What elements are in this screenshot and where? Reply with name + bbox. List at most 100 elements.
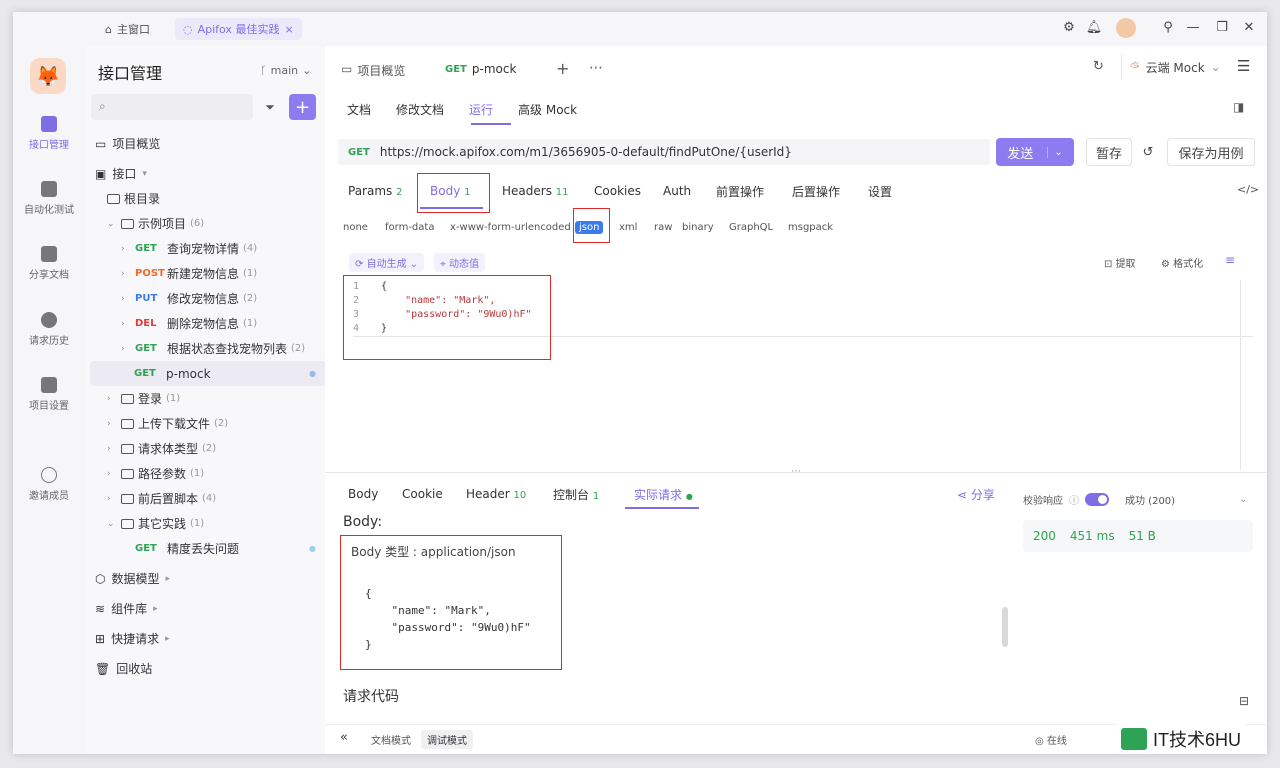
resp-tab-actual-request[interactable]: 实际请求 ● [634,486,693,503]
resp-tab-body[interactable]: Body [348,487,402,501]
tree-endpoint[interactable]: › GET 根据状态查找宠物列表 (2) [91,336,326,361]
rail-share-docs[interactable]: 分享文档 [13,246,85,281]
tree-folder-other[interactable]: ⌄ 其它实践 (1) [91,511,326,536]
minimize-icon[interactable]: — [1184,20,1202,35]
tree-quick-request[interactable]: ⊞ 快捷请求 ▸ [91,626,326,651]
tab-active-endpoint[interactable]: GET p-mock [445,62,516,78]
tab-overview[interactable]: ▭ 项目概览 [341,62,405,79]
tree-folder-upload[interactable]: › 上传下载文件 (2) [91,411,326,436]
tree-folder-example[interactable]: ⌄ 示例项目 (6) [91,211,326,236]
wrap-icon[interactable]: ≡ [1225,253,1235,267]
rail-automation[interactable]: 自动化测试 [13,181,85,216]
auto-generate-button[interactable]: ⟳ 自动生成 ⌄ [349,253,425,272]
layout-icon[interactable]: ⊟ [1239,694,1249,708]
body-type-none[interactable]: none [343,222,385,233]
tree-endpoint[interactable]: › DEL 删除宠物信息 (1) [91,311,326,336]
maximize-icon[interactable]: ❐ [1213,20,1231,35]
refresh-icon[interactable]: ↻ [1093,59,1104,74]
menu-icon[interactable]: ☰ [1237,57,1250,75]
resp-tab-console[interactable]: 控制台 1 [553,486,634,503]
tree-root[interactable]: 根目录 [91,186,326,211]
tree-endpoint[interactable]: GET 精度丢失问题 ● [91,536,326,561]
add-button[interactable]: + [289,94,316,120]
tree-trash[interactable]: 🗑︎ 回收站 [91,656,326,681]
tree-folder-login[interactable]: › 登录 (1) [91,386,326,411]
save-as-case-button[interactable]: 保存为用例 [1167,138,1255,166]
tree-data-model[interactable]: ⬡ 数据模型 ▸ [91,566,326,591]
tree-endpoint-selected[interactable]: GET p-mock ● [90,361,326,386]
folder-icon [121,493,134,504]
env-selector[interactable]: ⛅︎ 云端 Mock ⌄ [1121,54,1231,80]
body-type-form-data[interactable]: form-data [385,222,450,233]
subtab-doc[interactable]: 文档 [347,94,371,124]
tab-home[interactable]: ⌂ 主窗口 [105,18,150,40]
send-button[interactable]: 发送 ⌄ [996,138,1074,166]
new-tab-icon[interactable]: + [556,59,569,78]
settings-icon[interactable]: ⚙ [1060,20,1078,35]
url-input[interactable]: https://mock.apifox.com/m1/3656905-0-def… [380,145,792,159]
body-type-xml[interactable]: xml [619,222,654,233]
validate-result[interactable]: 成功 (200) [1125,492,1175,507]
dynamic-value-button[interactable]: ⌖ 动态值 [434,253,485,272]
tree-endpoint[interactable]: › GET 查询宠物详情 (4) [91,236,326,261]
panel-toggle-icon[interactable]: ◨ [1233,100,1244,114]
share-button[interactable]: ⋖ 分享 [957,486,995,503]
branch-selector[interactable]: ᚴ main ⌄ [260,64,311,77]
resp-tab-header[interactable]: Header 10 [466,487,553,501]
tree-components[interactable]: ≋ 组件库 ▸ [91,596,326,621]
tree-folder-prepost[interactable]: › 前后置脚本 (4) [91,486,326,511]
collapse-icon[interactable]: « [340,730,348,745]
save-button[interactable]: 暂存 [1086,138,1132,166]
chevron-down-icon[interactable]: ⌄ [1239,494,1247,505]
close-tab-icon[interactable]: × [284,23,293,36]
response-scrollbar[interactable] [1002,607,1008,647]
body-type-graphql[interactable]: GraphQL [729,222,788,233]
resp-tab-cookie[interactable]: Cookie [402,487,466,501]
reset-icon[interactable]: ↺ [1136,138,1160,166]
layers-icon: ≋ [95,601,106,616]
body-type-urlencoded[interactable]: x-www-form-urlencoded [450,222,575,233]
validate-toggle[interactable] [1085,493,1109,506]
param-tab-headers[interactable]: Headers 11 [502,184,594,198]
trash-icon: 🗑︎ [95,661,111,676]
tree-folder-bodytype[interactable]: › 请求体类型 (2) [91,436,326,461]
rail-api-management[interactable]: 接口管理 [13,116,85,151]
code-icon[interactable]: </> [1237,183,1259,196]
rail-history[interactable]: 请求历史 [13,312,85,347]
tab-project[interactable]: ◌ Apifox 最佳实践 × [175,18,302,40]
user-avatar[interactable] [1116,18,1136,38]
subtab-edit-doc[interactable]: 修改文档 [396,94,444,124]
subtab-advanced-mock[interactable]: 高级 Mock [518,94,577,124]
search-input[interactable]: ⌕ [91,94,253,120]
pin-icon[interactable]: ⚲ [1159,20,1177,35]
url-bar[interactable]: GET https://mock.apifox.com/m1/3656905-0… [338,139,990,165]
close-window-icon[interactable]: ✕ [1240,20,1258,35]
rail-project-settings[interactable]: 项目设置 [13,377,85,412]
tree-overview[interactable]: ▭ 项目概览 [91,131,326,156]
tree-api[interactable]: ▣ 接口 ▾ [91,161,326,186]
more-icon[interactable]: ⋯ [589,60,603,76]
rail-invite[interactable]: 邀请成员 [13,467,85,502]
tree-endpoint[interactable]: › POST 新建宠物信息 (1) [91,261,326,286]
body-type-msgpack[interactable]: msgpack [788,222,838,233]
drag-handle-icon[interactable]: ⋯ [791,466,801,477]
param-tab-post[interactable]: 后置操作 [792,183,868,200]
filter-icon[interactable]: ⏷ [259,96,281,118]
extract-button[interactable]: ⊡ 提取 [1104,255,1136,270]
debug-mode-button[interactable]: 调试模式 [421,730,473,749]
body-type-raw[interactable]: raw [654,222,682,233]
bell-icon[interactable]: 🔔︎ [1085,20,1103,35]
doc-mode-button[interactable]: 文档模式 [365,730,417,749]
subtab-run[interactable]: 运行 [469,94,493,124]
online-status[interactable]: ◎ 在线 [1035,732,1067,747]
editor-scrollbar[interactable] [1240,280,1241,470]
param-tab-settings[interactable]: 设置 [868,183,908,200]
param-tab-cookies[interactable]: Cookies [594,184,663,198]
format-button[interactable]: ⚙ 格式化 [1161,255,1203,270]
param-tab-auth[interactable]: Auth [663,184,716,198]
tree-folder-pathparam[interactable]: › 路径参数 (1) [91,461,326,486]
body-type-binary[interactable]: binary [682,222,729,233]
chevron-right-icon: › [107,493,111,504]
tree-endpoint[interactable]: › PUT 修改宠物信息 (2) [91,286,326,311]
param-tab-pre[interactable]: 前置操作 [716,183,792,200]
